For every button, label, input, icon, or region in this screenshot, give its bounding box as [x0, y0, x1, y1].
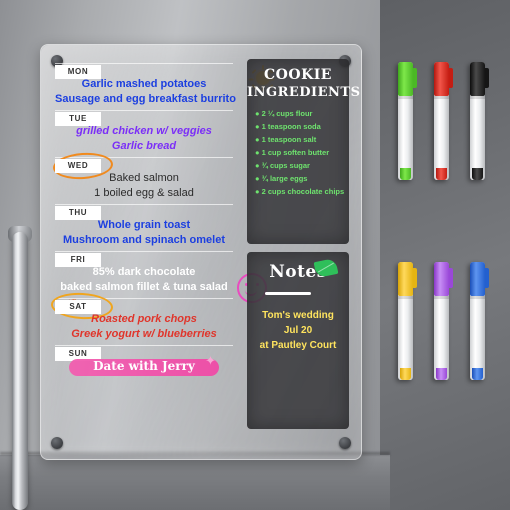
planner-row-tue[interactable]: TUE grilled chicken w/ veggies Garlic br…	[55, 110, 233, 157]
cookie-ingredients-panel[interactable]: COOKIE INGREDIENTS ● 2 ¼ cups flour ● 1 …	[247, 59, 361, 244]
marker-tip	[472, 368, 483, 380]
notes-title-underline	[265, 292, 311, 295]
marker-clip	[485, 268, 489, 288]
marker-band	[470, 96, 485, 99]
marker-tip	[472, 168, 483, 180]
marker-band	[398, 296, 413, 299]
purple-marker[interactable]	[434, 262, 453, 380]
planner-row-fri[interactable]: FRI 85% dark chocolate baked salmon fill…	[55, 251, 233, 298]
cookie-title-line1: COOKIE	[264, 67, 332, 83]
cookie-title-line2: INGREDIENTS	[247, 85, 361, 100]
entry-text: Sausage and egg breakfast burrito	[55, 93, 236, 105]
marker-band	[398, 96, 413, 99]
entries-fri: 85% dark chocolate baked salmon fillet &…	[55, 265, 233, 295]
ingredient-item: ● ¾ cups sugar	[255, 161, 310, 170]
note-line: Tom's wedding	[262, 310, 334, 321]
marker-cap	[470, 262, 485, 296]
fridge-lower-panel	[0, 455, 390, 510]
acrylic-planner-board[interactable]: MON Garlic mashed potatoes Sausage and e…	[40, 44, 362, 460]
ingredient-text: 2 cups chocolate chips	[261, 187, 345, 196]
notes-panel[interactable]: Notes Tom's wedding Jul 20 at Pautley Co…	[247, 252, 349, 429]
ingredient-text: 1 teaspoon soda	[261, 122, 321, 131]
row-divider	[55, 251, 233, 252]
entry-text: 1 boiled egg & salad	[94, 187, 194, 199]
ingredient-text: ¾ cups sugar	[261, 161, 310, 170]
entries-mon: Garlic mashed potatoes Sausage and egg b…	[55, 77, 236, 107]
marker-band	[434, 296, 449, 299]
marker-band	[470, 296, 485, 299]
marker-band	[434, 96, 449, 99]
entry-text: 85% dark chocolate	[92, 266, 196, 278]
entry-text: Garlic mashed potatoes	[81, 78, 207, 90]
entries-wed: Baked salmon 1 boiled egg & salad	[55, 171, 233, 201]
entry-text: grilled chicken w/ veggies	[76, 125, 212, 137]
ingredient-item: ● 2 ¼ cups flour	[255, 109, 313, 118]
marker-cap	[434, 262, 449, 296]
marker-clip	[413, 68, 417, 88]
black-marker[interactable]	[470, 62, 489, 180]
ingredient-item: ● ¾ large eggs	[255, 174, 308, 183]
marker-tip	[436, 168, 447, 180]
marker-clip	[413, 268, 417, 288]
ingredient-item: ● 1 teaspoon soda	[255, 122, 321, 131]
row-divider	[55, 110, 233, 111]
entries-sun: Date with Jerry	[55, 359, 233, 374]
weekly-planner-grid: MON Garlic mashed potatoes Sausage and e…	[50, 63, 236, 439]
row-divider	[55, 63, 233, 64]
entry-text: Baked salmon	[109, 172, 179, 184]
ingredient-list: ● 2 ¼ cups flour ● 1 teaspoon soda ● 1 t…	[247, 101, 349, 198]
entries-thu: Whole grain toast Mushroom and spinach o…	[55, 218, 233, 248]
entries-sat: Roasted pork chops Greek yogurt w/ blueb…	[55, 312, 233, 342]
entries-tue: grilled chicken w/ veggies Garlic bread	[55, 124, 233, 154]
entry-text: Whole grain toast	[97, 219, 191, 231]
entry-text: Date with Jerry	[93, 359, 195, 373]
entry-text: Roasted pork chops	[91, 313, 197, 325]
planner-row-sun[interactable]: SUN ✦ Date with Jerry	[55, 345, 233, 392]
cookie-panel-title: COOKIE INGREDIENTS	[247, 59, 361, 101]
row-divider	[55, 204, 233, 205]
entry-text: Mushroom and spinach omelet	[63, 234, 225, 246]
red-marker[interactable]	[434, 62, 453, 180]
entry-text: Greek yogurt w/ blueberries	[71, 328, 217, 340]
planner-row-mon[interactable]: MON Garlic mashed potatoes Sausage and e…	[55, 63, 236, 110]
ingredient-text: 1 cup soften butter	[261, 148, 330, 157]
note-line: at Pautley Court	[259, 340, 337, 351]
ingredient-text: 2 ¼ cups flour	[261, 109, 313, 118]
note-line: Jul 20	[283, 325, 313, 336]
marker-cap	[434, 62, 449, 96]
planner-row-sat[interactable]: ~~~~~ SAT Roasted pork chops Greek yogur…	[50, 291, 233, 345]
board-screw-bottom-right	[339, 437, 351, 449]
marker-tip	[400, 368, 411, 380]
yellow-marker[interactable]	[398, 262, 417, 380]
ingredient-text: ¾ large eggs	[261, 174, 308, 183]
row-divider	[55, 345, 233, 346]
marker-tip	[400, 168, 411, 180]
marker-cap	[470, 62, 485, 96]
ingredient-item: ● 1 cup soften butter	[255, 148, 330, 157]
planner-row-wed[interactable]: WED Baked salmon 1 boiled egg & salad	[52, 150, 233, 204]
blue-marker[interactable]	[470, 262, 489, 380]
marker-cap	[398, 62, 413, 96]
marker-clip	[449, 68, 453, 88]
marker-tip	[436, 368, 447, 380]
marker-clip	[449, 268, 453, 288]
fridge-handle	[12, 232, 28, 510]
entry-text: Garlic bread	[111, 140, 177, 152]
planner-row-thu[interactable]: THU Whole grain toast Mushroom and spina…	[55, 204, 233, 251]
marker-clip	[485, 68, 489, 88]
product-photo-scene: MON Garlic mashed potatoes Sausage and e…	[0, 0, 510, 510]
ingredient-item: ● 2 cups chocolate chips	[255, 187, 345, 196]
green-marker[interactable]	[398, 62, 417, 180]
ingredient-text: 1 teaspoon salt	[261, 135, 317, 144]
ingredient-item: ● 1 teaspoon salt	[255, 135, 317, 144]
marker-cap	[398, 262, 413, 296]
